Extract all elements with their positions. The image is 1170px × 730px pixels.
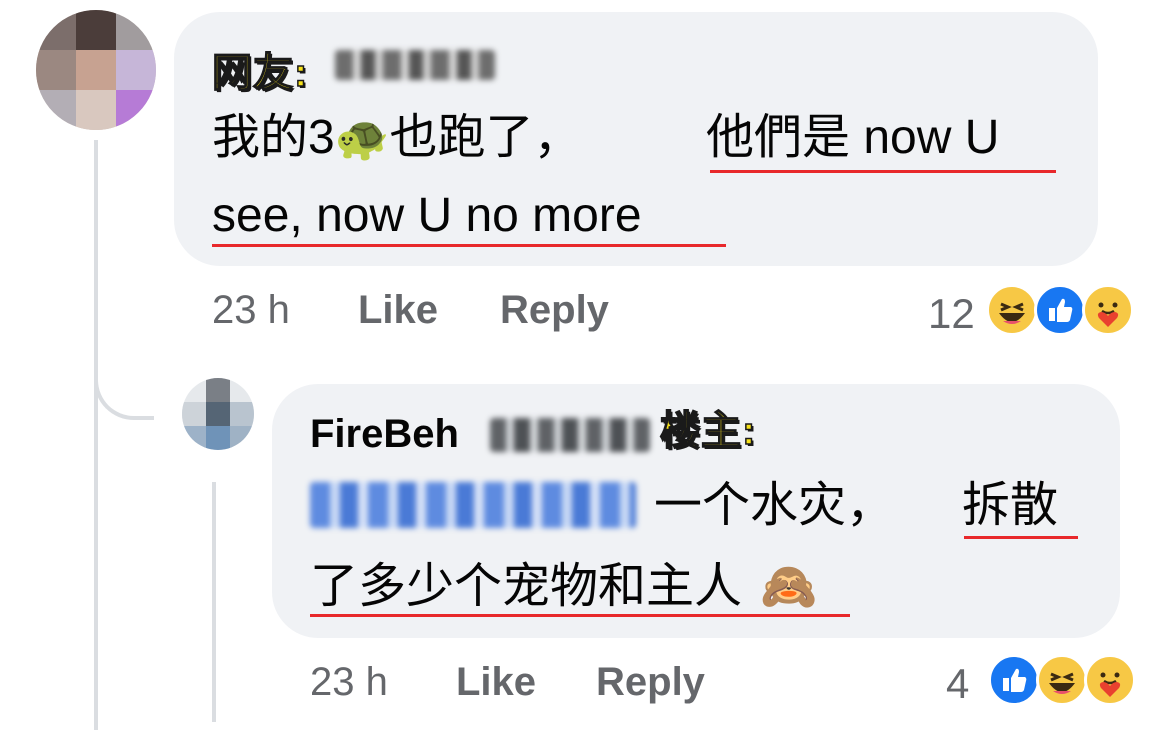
reaction-count[interactable]: 12 bbox=[928, 290, 975, 338]
red-underline bbox=[710, 170, 1056, 173]
comment-1-timestamp[interactable]: 23 h bbox=[212, 288, 290, 333]
thread-line-main bbox=[94, 140, 98, 730]
red-underline bbox=[964, 536, 1078, 539]
comment-2-text-line1: 一个水灾， bbox=[654, 479, 895, 532]
comment-1-underlined-text: 他們是 now U bbox=[706, 111, 1000, 164]
reply-button[interactable]: Reply bbox=[500, 288, 609, 333]
see-no-evil-monkey-icon: 🙈 bbox=[760, 560, 818, 612]
comment-2-timestamp[interactable]: 23 h bbox=[310, 660, 388, 705]
like-icon[interactable] bbox=[1034, 284, 1086, 336]
mentioned-name-redacted[interactable] bbox=[310, 482, 636, 528]
haha-icon[interactable] bbox=[1036, 654, 1088, 706]
care-icon[interactable] bbox=[1084, 654, 1136, 706]
author-surname-redacted[interactable] bbox=[490, 418, 650, 452]
care-icon[interactable] bbox=[1082, 284, 1134, 336]
reply-button[interactable]: Reply bbox=[596, 660, 705, 705]
op-tag: 楼主: bbox=[659, 408, 757, 454]
author-name-redacted[interactable] bbox=[335, 50, 495, 80]
like-button[interactable]: Like bbox=[358, 288, 438, 333]
comment-1-text-line2: see, now U no more bbox=[212, 189, 642, 242]
avatar-commenter[interactable] bbox=[36, 10, 156, 130]
reaction-count[interactable]: 4 bbox=[946, 660, 969, 708]
thread-line-reply bbox=[212, 482, 216, 722]
turtle-emoji-icon: 🐢 bbox=[334, 114, 390, 163]
comment-2-underlined-text: 拆散 bbox=[962, 479, 1059, 532]
like-button[interactable]: Like bbox=[456, 660, 536, 705]
like-icon[interactable] bbox=[988, 654, 1040, 706]
netizen-tag: 网友: bbox=[211, 50, 309, 96]
red-underline bbox=[212, 244, 726, 247]
comment-2-author[interactable]: FireBeh bbox=[310, 398, 459, 470]
haha-icon[interactable] bbox=[986, 284, 1038, 336]
thread-connector-curve bbox=[94, 350, 154, 420]
comment-1-text-line1: 我的3🐢也跑了， bbox=[212, 111, 582, 164]
avatar-firebeh[interactable] bbox=[182, 378, 254, 450]
red-underline bbox=[310, 614, 850, 617]
